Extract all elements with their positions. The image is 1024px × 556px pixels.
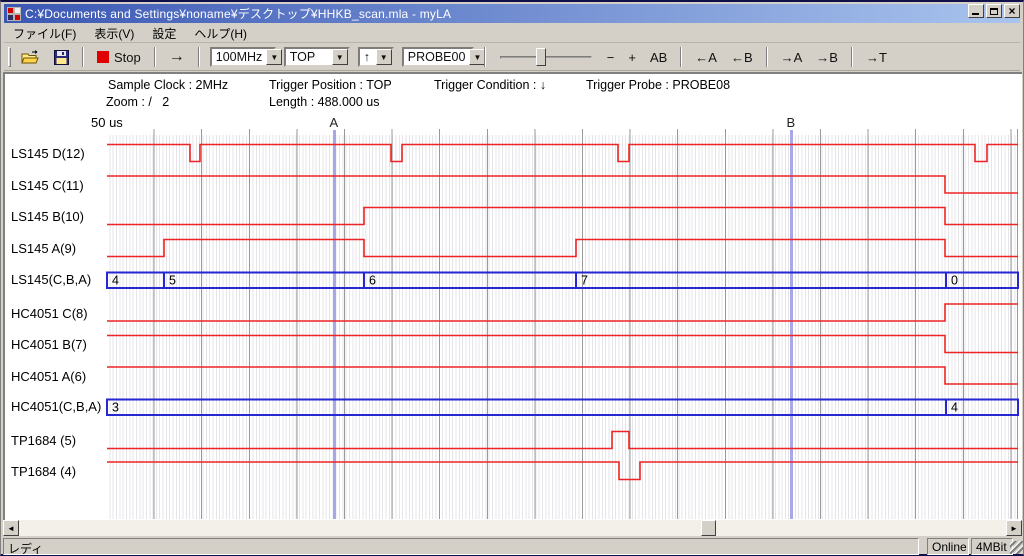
- chevron-down-icon[interactable]: ▼: [376, 49, 392, 65]
- app-icon: [7, 7, 21, 21]
- marker-b-line[interactable]: [790, 130, 793, 519]
- menu-settings[interactable]: 設定: [143, 23, 185, 44]
- channel-label: HC4051 A(6): [11, 369, 86, 384]
- toolbar-separator: [82, 47, 84, 67]
- maximize-button[interactable]: [986, 4, 1002, 18]
- toolbar-separator: [154, 47, 156, 67]
- marker-b-label: B: [787, 115, 796, 130]
- scroll-left-button[interactable]: ◄: [3, 520, 19, 536]
- status-bar: レディ Online 4MBit: [3, 538, 1023, 555]
- goto-trigger-button[interactable]: →T: [859, 47, 894, 68]
- zoom-out-button[interactable]: −: [600, 47, 622, 68]
- stop-icon: [97, 51, 109, 63]
- chevron-down-icon[interactable]: ▼: [332, 49, 348, 65]
- scroll-right-button[interactable]: ►: [1006, 520, 1022, 536]
- horizontal-scrollbar[interactable]: ◄ ►: [3, 520, 1022, 536]
- title-bar[interactable]: C:¥Documents and Settings¥noname¥デスクトップ¥…: [4, 4, 1020, 23]
- trigger-probe-combo[interactable]: PROBE00 ▼: [402, 47, 474, 67]
- open-folder-icon: [21, 50, 40, 65]
- zoom-slider[interactable]: [500, 47, 592, 67]
- status-ready: レディ: [3, 538, 919, 555]
- channel-label: HC4051(C,B,A): [11, 399, 101, 414]
- chevron-down-icon[interactable]: ▼: [266, 49, 282, 65]
- run-button[interactable]: →: [162, 45, 192, 69]
- zoom-slider-track: [500, 56, 592, 59]
- toolbar-grip[interactable]: [8, 47, 11, 67]
- info-trigger-position: Trigger Position : TOP: [269, 78, 392, 92]
- goto-marker-a-button[interactable]: ←A: [688, 47, 724, 68]
- scrollbar-thumb[interactable]: [701, 520, 716, 536]
- stop-button[interactable]: Stop: [90, 47, 148, 68]
- channel-label: HC4051 C(8): [11, 306, 88, 321]
- save-floppy-icon: [54, 50, 69, 65]
- toolbar-separator: [851, 47, 853, 67]
- set-marker-b-button[interactable]: →B: [809, 47, 845, 68]
- menu-file[interactable]: ファイル(F): [4, 23, 85, 44]
- status-online: Online: [927, 538, 969, 555]
- zoom-in-button[interactable]: +: [621, 47, 643, 68]
- menu-view[interactable]: 表示(V): [85, 23, 143, 44]
- channel-label: LS145(C,B,A): [11, 272, 91, 287]
- channel-label: LS145 B(10): [11, 209, 84, 224]
- sample-clock-combo[interactable]: 100MHz ▼: [210, 47, 276, 67]
- ab-span-button[interactable]: AB: [643, 47, 674, 68]
- trigger-probe-value: PROBE00: [404, 50, 470, 64]
- close-button[interactable]: ×: [1004, 4, 1020, 18]
- info-zoom: Zoom : / 2: [106, 95, 169, 109]
- set-marker-a-button[interactable]: →A: [774, 47, 810, 68]
- time-scale-label: 50 us: [91, 115, 123, 130]
- toolbar-separator: [680, 47, 682, 67]
- marker-a-line[interactable]: [333, 130, 336, 519]
- zoom-slider-thumb[interactable]: [536, 48, 546, 66]
- info-sample-clock: Sample Clock : 2MHz: [108, 78, 228, 92]
- app-window: C:¥Documents and Settings¥noname¥デスクトップ¥…: [0, 0, 1024, 556]
- open-file-button[interactable]: [14, 47, 47, 68]
- stop-label: Stop: [114, 50, 141, 65]
- status-memory: 4MBit: [971, 538, 1013, 555]
- trigger-position-value: TOP: [286, 50, 332, 64]
- maximize-icon: [990, 8, 998, 15]
- channel-label: LS145 A(9): [11, 241, 76, 256]
- toolbar-separator: [766, 47, 768, 67]
- waveform-grid-major: [107, 129, 1018, 519]
- trigger-position-combo[interactable]: TOP ▼: [284, 47, 350, 67]
- trigger-edge-combo[interactable]: ↑ ▼: [358, 47, 394, 67]
- marker-a-label: A: [330, 115, 339, 130]
- channel-label: TP1684 (5): [11, 433, 76, 448]
- window-title: C:¥Documents and Settings¥noname¥デスクトップ¥…: [25, 5, 451, 22]
- info-length: Length : 488.000 us: [269, 95, 380, 109]
- toolbar-separator: [198, 47, 200, 67]
- minimize-button[interactable]: [968, 4, 984, 18]
- channel-label: LS145 C(11): [11, 178, 84, 193]
- menu-bar: ファイル(F) 表示(V) 設定 ヘルプ(H): [4, 25, 1020, 43]
- channel-label: HC4051 B(7): [11, 337, 87, 352]
- channel-label: LS145 D(12): [11, 146, 85, 161]
- minimize-icon: [972, 13, 979, 15]
- trigger-edge-value: ↑: [360, 50, 376, 64]
- resize-grip-icon[interactable]: [1010, 541, 1023, 554]
- channel-label: TP1684 (4): [11, 464, 76, 479]
- goto-marker-b-button[interactable]: ←B: [724, 47, 760, 68]
- info-trigger-probe: Trigger Probe : PROBE08: [586, 78, 730, 92]
- info-trigger-condition: Trigger Condition : ↓: [434, 78, 546, 92]
- menu-help[interactable]: ヘルプ(H): [185, 23, 256, 44]
- save-button[interactable]: [47, 47, 76, 68]
- toolbar-separator: [484, 47, 486, 67]
- toolbar: Stop → 100MHz ▼ TOP ▼ ↑ ▼ PROBE00 ▼ − + …: [4, 44, 1020, 71]
- sample-clock-value: 100MHz: [212, 50, 267, 64]
